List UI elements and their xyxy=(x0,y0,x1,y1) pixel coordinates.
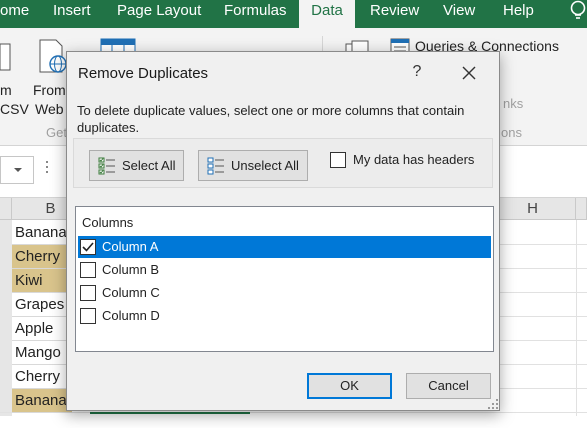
name-box[interactable] xyxy=(0,156,34,184)
column-checkbox[interactable] xyxy=(80,262,96,278)
dialog-title: Remove Duplicates xyxy=(78,65,209,82)
gridline xyxy=(576,220,577,416)
column-list-item[interactable]: Column D xyxy=(78,305,491,327)
tab-help[interactable]: Help xyxy=(503,0,543,28)
row-header-corner[interactable] xyxy=(0,198,12,220)
tab-formulas-label: Formulas xyxy=(224,2,287,19)
select-all-label: Select All xyxy=(122,158,176,173)
tab-view-label: View xyxy=(443,2,476,19)
lightbulb-icon[interactable] xyxy=(564,0,587,20)
gridline xyxy=(500,388,587,389)
from-csv-icon[interactable] xyxy=(0,42,14,72)
my-data-has-headers-checkbox[interactable] xyxy=(330,152,346,168)
edit-links-label-partial: nks xyxy=(503,96,524,111)
selection-border xyxy=(90,412,250,414)
gridline xyxy=(0,412,587,413)
dialog-description: To delete duplicate values, select one o… xyxy=(77,103,465,135)
from-web-label-top: From xyxy=(33,82,66,98)
tab-help-label: Help xyxy=(503,2,534,19)
cell-b[interactable]: Banana xyxy=(12,221,72,245)
gridline xyxy=(500,268,587,269)
formula-bar-dots xyxy=(46,161,48,177)
gridline xyxy=(500,292,587,293)
cell-b[interactable]: Kiwi xyxy=(12,269,72,293)
gridline xyxy=(500,244,587,245)
column-list-item[interactable]: Column A xyxy=(78,236,491,258)
cell-b[interactable]: Grapes xyxy=(12,293,72,317)
cancel-button[interactable]: Cancel xyxy=(406,373,491,399)
columns-list[interactable]: Columns Column A Column B Column C Colum… xyxy=(75,206,494,352)
gridline xyxy=(500,340,587,341)
cell-b[interactable]: Banana xyxy=(12,389,72,413)
unselect-all-icon xyxy=(207,157,224,175)
column-label: Column B xyxy=(102,262,160,277)
column-header-h[interactable]: H xyxy=(490,198,576,220)
select-all-button[interactable]: Select All xyxy=(89,150,184,181)
from-web-label-bottom: Web xyxy=(35,101,64,117)
unselect-all-label: Unselect All xyxy=(231,158,299,173)
column-label: Column A xyxy=(102,239,159,254)
remove-duplicates-dialog: Remove Duplicates ? To delete duplicate … xyxy=(66,51,500,411)
column-label: Column D xyxy=(102,308,160,323)
tab-home[interactable]: ome xyxy=(0,0,40,28)
row-header-strip xyxy=(0,220,12,416)
column-checkbox[interactable] xyxy=(80,239,96,255)
queries-group-label-partial: ons xyxy=(501,125,522,140)
from-csv-label-top: m xyxy=(0,82,12,98)
from-csv-label-bottom: CSV xyxy=(0,101,29,117)
column-checkbox[interactable] xyxy=(80,285,96,301)
select-all-icon xyxy=(98,157,115,175)
cell-b[interactable]: Apple xyxy=(12,317,72,341)
gridline xyxy=(500,316,587,317)
tab-data-label: Data xyxy=(311,2,343,19)
tab-view[interactable]: View xyxy=(443,0,483,28)
tab-insert[interactable]: Insert xyxy=(53,0,103,28)
ok-button[interactable]: OK xyxy=(307,373,392,399)
close-icon[interactable] xyxy=(457,61,481,85)
resize-grip-icon[interactable] xyxy=(487,398,499,410)
tab-insert-label: Insert xyxy=(53,2,91,19)
checkmark-icon xyxy=(82,242,94,252)
column-list-item[interactable]: Column B xyxy=(78,259,491,281)
tab-page-layout[interactable]: Page Layout xyxy=(117,0,217,28)
column-list-item[interactable]: Column C xyxy=(78,282,491,304)
tab-data[interactable]: Data xyxy=(299,0,355,28)
column-checkbox[interactable] xyxy=(80,308,96,324)
my-data-has-headers-label[interactable]: My data has headers xyxy=(353,152,474,167)
chevron-down-icon xyxy=(14,168,22,172)
help-button[interactable]: ? xyxy=(407,61,427,83)
cell-b[interactable]: Cherry xyxy=(12,365,72,389)
tab-review[interactable]: Review xyxy=(370,0,430,28)
from-web-icon[interactable] xyxy=(38,38,66,74)
unselect-all-button[interactable]: Unselect All xyxy=(198,150,308,181)
get-data-group-label: Get xyxy=(46,125,67,140)
tab-page-layout-label: Page Layout xyxy=(117,2,202,19)
tab-home-label: ome xyxy=(0,2,30,19)
tab-formulas[interactable]: Formulas xyxy=(224,0,294,28)
column-label: Column C xyxy=(102,285,160,300)
ribbon-tab-bar: ome Insert Page Layout Formulas Data Rev… xyxy=(0,0,587,28)
tab-review-label: Review xyxy=(370,2,420,19)
columns-list-header: Columns xyxy=(82,215,134,230)
cell-b[interactable]: Mango xyxy=(12,341,72,365)
column-header-i[interactable] xyxy=(576,198,587,220)
gridline xyxy=(500,364,587,365)
cell-b[interactable]: Cherry xyxy=(12,245,72,269)
